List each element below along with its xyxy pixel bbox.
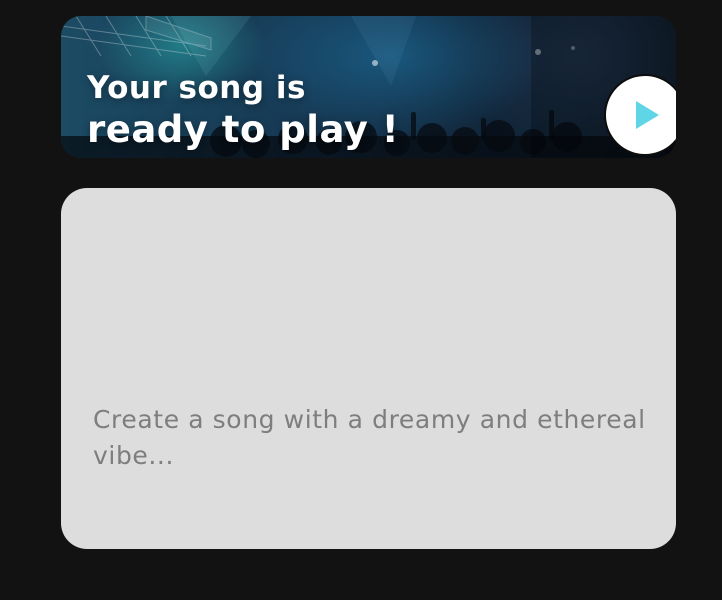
- app-root: Your song is ready to play !: [0, 0, 722, 600]
- play-icon: [628, 98, 662, 132]
- banner-heading-line2: ready to play !: [87, 107, 400, 151]
- banner-heading-line1: Your song is: [87, 70, 306, 106]
- song-prompt-input[interactable]: [93, 402, 653, 492]
- play-song-button[interactable]: [604, 74, 676, 156]
- song-ready-banner: Your song is ready to play !: [61, 16, 676, 158]
- prompt-card: [61, 188, 676, 549]
- banner-heading: Your song is ready to play !: [87, 72, 399, 149]
